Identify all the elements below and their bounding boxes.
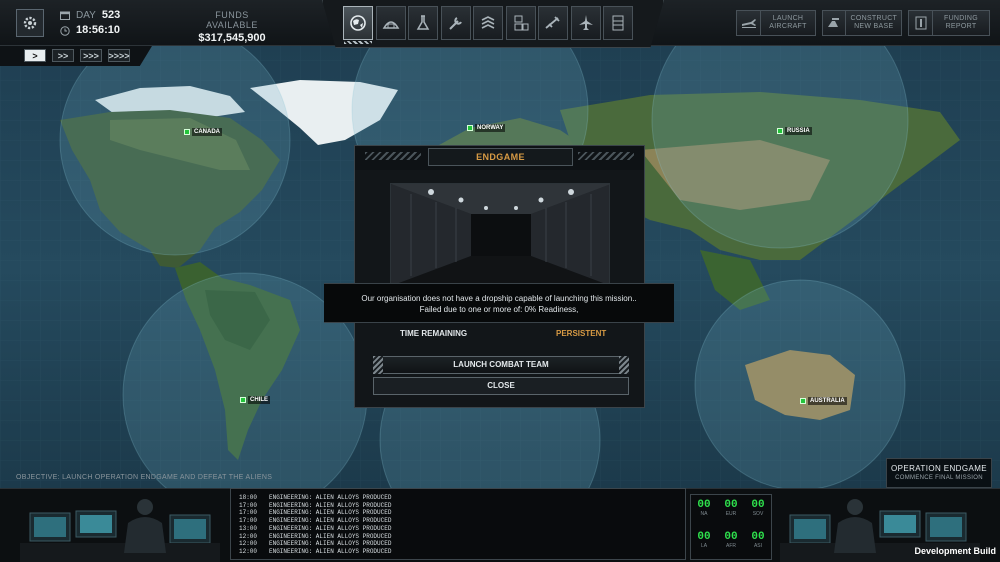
country-marker-norway[interactable]: NORWAY [467, 124, 506, 132]
country-marker-australia[interactable]: AUSTRALIA [800, 397, 847, 405]
base-marker-icon [467, 125, 473, 131]
log-row: 17:00 ENGINEERING: ALIEN ALLOYS PRODUCED [239, 517, 392, 525]
log-row: 17:00 ENGINEERING: ALIEN ALLOYS PRODUCED [239, 501, 392, 509]
aircraft-icon [737, 11, 761, 35]
time-speed-controls: > >> >>> >>>> [0, 46, 152, 66]
research-icon [416, 15, 430, 30]
construct-base-button[interactable]: CONSTRUCT NEW BASE [822, 10, 902, 36]
log-row: 12:00 ENGINEERING: ALIEN ALLOYS PRODUCED [239, 547, 392, 555]
counter-na: 00 NA [697, 499, 711, 517]
launch-aircraft-label: LAUNCH AIRCRAFT [769, 15, 807, 30]
launch-combat-team-button[interactable]: LAUNCH COMBAT TEAM [373, 356, 629, 374]
dialog-header: ENDGAME [355, 146, 644, 170]
mode-button-engineering[interactable] [440, 6, 471, 40]
mode-button-soldiers[interactable] [473, 6, 503, 40]
construct-icon [823, 11, 847, 35]
log-row: 17:00 ENGINEERING: ALIEN ALLOYS PRODUCED [239, 509, 392, 517]
dialog-message-line2: Failed due to one or more of: 0% Readine… [419, 305, 579, 314]
country-label: NORWAY [475, 124, 506, 132]
speed-4-button[interactable]: >>>> [108, 49, 130, 62]
base-marker-icon [184, 129, 190, 135]
log-row: 12:00 ENGINEERING: ALIEN ALLOYS PRODUCED [239, 540, 392, 548]
soldiers-icon [481, 16, 495, 29]
close-label: CLOSE [487, 381, 515, 390]
time-remaining-label: TIME REMAINING [400, 329, 468, 338]
operator-left-illustration [20, 499, 220, 562]
geoscape-icon [350, 15, 366, 31]
country-label: RUSSIA [785, 127, 812, 135]
mode-button-bases[interactable] [603, 6, 633, 40]
counter-eur: 00 EUR [724, 499, 738, 517]
operation-subtitle: COMMENCE FINAL MISSION [895, 475, 983, 481]
button-edge-decoration [619, 356, 629, 374]
log-row: 18:00 ENGINEERING: ALIEN ALLOYS PRODUCED [239, 494, 392, 501]
funding-report-button[interactable]: FUNDING REPORT [908, 10, 990, 36]
region-counters: 00 NA 00 EUR 00 SOV 00 LA 00 AFR 00 ASI [690, 494, 772, 560]
base-marker-icon [800, 398, 806, 404]
header-hatch-decoration [365, 152, 421, 160]
funds-label: FUNDS AVAILABLE [206, 10, 258, 30]
button-edge-decoration [373, 356, 383, 374]
base-marker-icon [777, 128, 783, 134]
log-row: 12:00 ENGINEERING: ALIEN ALLOYS PRODUCED [239, 532, 392, 540]
operation-title: OPERATION ENDGAME [891, 464, 987, 473]
speed-2-button[interactable]: >> [52, 49, 74, 62]
mission-image [390, 183, 610, 285]
country-label: AUSTRALIA [808, 397, 847, 405]
counter-la: 00 LA [697, 531, 711, 549]
weapons-icon [545, 16, 560, 29]
country-label: CANADA [192, 128, 222, 136]
mode-button-weapons[interactable] [538, 6, 568, 40]
day-clock: DAY 523 18:56:10 [60, 8, 120, 38]
stores-icon [514, 15, 528, 31]
day-value: 523 [101, 9, 121, 21]
time-value: 18:56:10 [76, 24, 121, 36]
calendar-icon [60, 11, 70, 20]
dialog-message-line1: Our organisation does not have a dropshi… [361, 294, 637, 303]
launch-combat-team-label: LAUNCH COMBAT TEAM [453, 360, 549, 369]
gear-icon [23, 16, 37, 30]
funds-value: $317,545,900 [198, 32, 266, 44]
hangar-icon [382, 21, 399, 29]
aircraft-icon [578, 15, 593, 30]
country-label: CHILE [248, 396, 270, 404]
operation-endgame-button[interactable]: OPERATION ENDGAME COMMENCE FINAL MISSION [886, 458, 992, 488]
counter-sov: 00 SOV [751, 499, 765, 517]
objective-text: OBJECTIVE: LAUNCH OPERATION ENDGAME AND … [16, 474, 273, 481]
mode-button-hangar[interactable] [375, 6, 406, 40]
country-marker-canada[interactable]: CANADA [184, 128, 222, 136]
engineering-icon [448, 17, 462, 30]
report-icon [909, 11, 933, 35]
funding-report-label: FUNDING REPORT [944, 15, 978, 30]
counter-afr: 00 AFR [724, 531, 738, 549]
dialog-message: Our organisation does not have a dropshi… [324, 283, 674, 323]
construct-base-label: CONSTRUCT NEW BASE [850, 15, 898, 30]
header-hatch-decoration [578, 152, 634, 160]
country-marker-chile[interactable]: CHILE [240, 396, 270, 404]
event-log[interactable]: 18:00 ENGINEERING: ALIEN ALLOYS PRODUCED … [230, 488, 686, 560]
radar-coverage-australia [694, 279, 906, 491]
base-marker-icon [240, 397, 246, 403]
counter-asi: 00 ASI [751, 531, 765, 549]
mode-button-aircraft[interactable] [570, 6, 601, 40]
funds-display: FUNDS AVAILABLE $317,545,900 [196, 10, 268, 44]
speed-1-button[interactable]: > [24, 49, 46, 62]
time-remaining-value: PERSISTENT [556, 329, 607, 338]
settings-button[interactable] [16, 9, 44, 37]
dialog-title: ENDGAME [428, 148, 573, 166]
development-build-label: Development Build [914, 546, 996, 556]
clock-icon [60, 25, 70, 36]
mode-button-research[interactable] [408, 6, 438, 40]
mode-button-geoscape[interactable] [343, 6, 373, 44]
country-marker-russia[interactable]: RUSSIA [777, 127, 812, 135]
close-button[interactable]: CLOSE [373, 377, 629, 395]
mode-button-stores[interactable] [505, 6, 536, 40]
log-row: 13:00 ENGINEERING: ALIEN ALLOYS PRODUCED [239, 524, 392, 532]
day-label: DAY [76, 10, 96, 21]
bases-icon [612, 15, 624, 31]
launch-aircraft-button[interactable]: LAUNCH AIRCRAFT [736, 10, 816, 36]
speed-3-button[interactable]: >>> [80, 49, 102, 62]
